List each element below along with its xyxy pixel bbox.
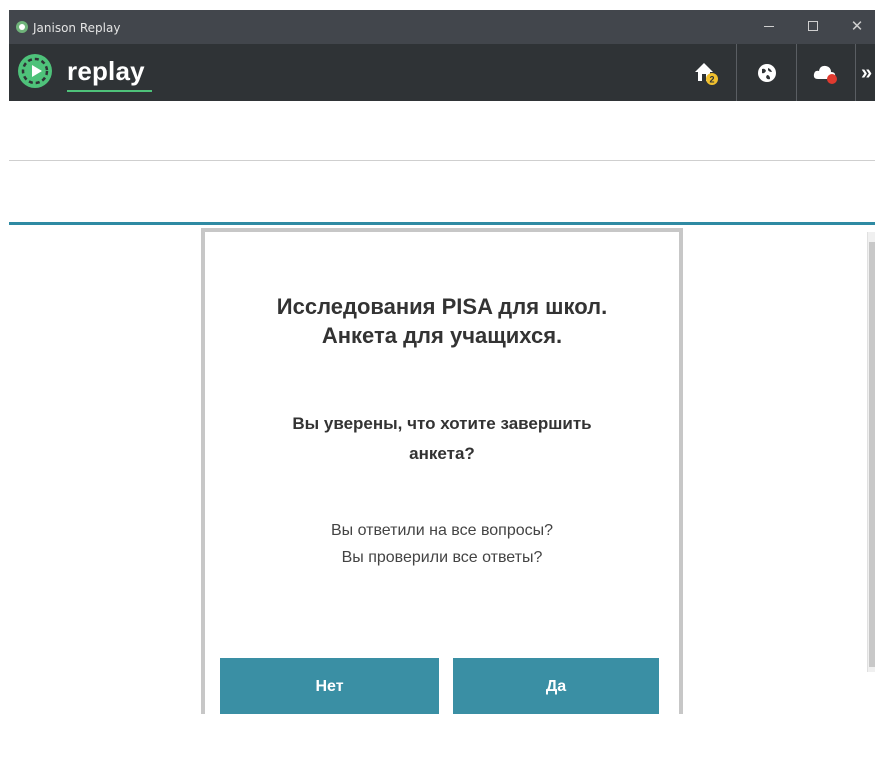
more-icon[interactable]: »	[861, 62, 872, 85]
app-header: replay 2 »	[9, 44, 875, 101]
logo-underline	[67, 90, 152, 92]
title-bar[interactable]: Janison Replay ✕	[9, 10, 875, 44]
app-window: Janison Replay ✕ replay 2 » Исследования…	[9, 10, 875, 760]
check-line: Вы ответили на все вопросы?	[330, 522, 554, 539]
maximize-button[interactable]	[791, 10, 835, 44]
app-icon	[16, 21, 28, 33]
scrollbar-thumb[interactable]	[869, 242, 875, 667]
yes-button[interactable]: Да	[453, 658, 659, 714]
globe-icon[interactable]	[754, 60, 780, 86]
header-separator	[9, 160, 875, 161]
toolbar-divider	[736, 44, 737, 101]
dialog-title-line: Анкета для учащихся.	[321, 323, 563, 348]
dialog-question: Вы уверены, что хотите завершить анкета?	[235, 409, 649, 469]
close-button[interactable]: ✕	[835, 10, 875, 44]
home-icon[interactable]: 2	[693, 60, 719, 86]
home-badge: 2	[709, 75, 714, 85]
cloud-icon[interactable]	[812, 60, 838, 86]
no-button[interactable]: Нет	[220, 658, 439, 714]
dialog-title-line: Исследования PISA для школ.	[276, 294, 608, 319]
logo-text: replay	[67, 56, 145, 86]
toolbar-divider	[796, 44, 797, 101]
question-line: анкета?	[409, 444, 475, 463]
toolbar-divider	[855, 44, 856, 101]
question-line: Вы уверены, что хотите завершить	[292, 414, 592, 433]
replay-logo-icon	[18, 54, 52, 88]
scrollbar[interactable]	[867, 232, 875, 672]
window-title: Janison Replay	[33, 21, 121, 35]
dialog-checklist: Вы ответили на все вопросы? Вы проверили…	[205, 517, 679, 571]
accent-bar	[9, 222, 875, 225]
dialog-title: Исследования PISA для школ. Анкета для у…	[205, 292, 679, 350]
minimize-button[interactable]	[747, 10, 791, 44]
confirm-dialog: Исследования PISA для школ. Анкета для у…	[201, 228, 683, 714]
check-line: Вы проверили все ответы?	[341, 549, 543, 566]
